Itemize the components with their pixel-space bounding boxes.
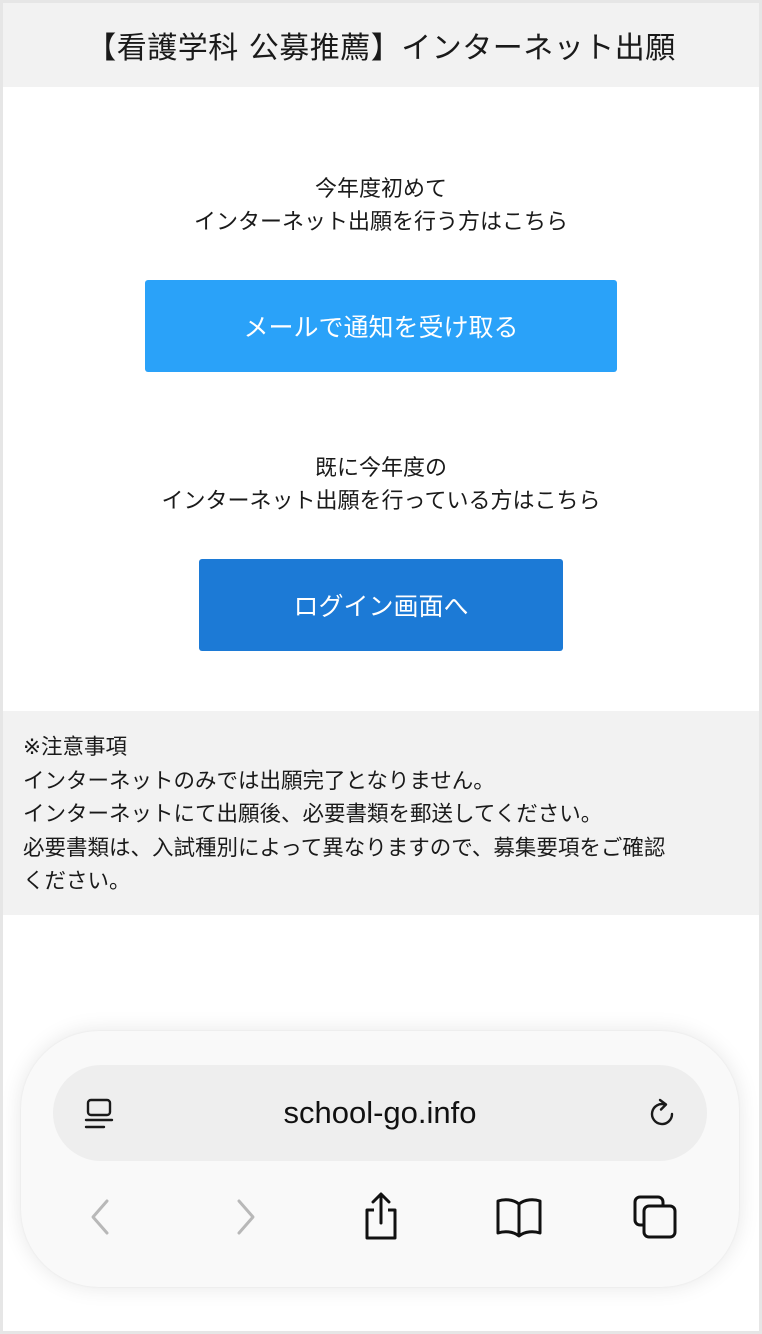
notice-box: ※注意事項 インターネットのみでは出願完了となりません。 インターネットにて出願… [3, 711, 759, 915]
existing-applicant-line-2: インターネット出願を行っている方はこちら [161, 489, 601, 514]
new-applicant-intro: 今年度初めて インターネット出願を行う方はこちら [3, 173, 759, 239]
notice-line: 必要書類は、入試種別によって異なりますので、募集要項をご確認 [23, 835, 666, 861]
notice-line: インターネットのみでは出願完了となりません。 [23, 768, 495, 794]
existing-applicant-intro: 既に今年度の インターネット出願を行っている方はこちら [3, 452, 759, 518]
browser-frame: 【看護学科 公募推薦】インターネット出願 今年度初めて インターネット出願を行う… [0, 0, 762, 1334]
address-bar[interactable]: school-go.info [53, 1065, 707, 1161]
page-title: 【看護学科 公募推薦】インターネット出願 [86, 31, 676, 66]
browser-toolbar: school-go.info [21, 1031, 739, 1287]
bookmarks-icon[interactable] [491, 1189, 547, 1245]
notice-line: ください。 [23, 869, 131, 894]
share-icon[interactable] [353, 1189, 409, 1245]
existing-applicant-line-1: 既に今年度の [314, 456, 447, 481]
notice-line: インターネットにて出願後、必要書類を郵送してください。 [23, 802, 603, 827]
forward-icon[interactable] [217, 1189, 273, 1245]
login-button[interactable]: ログイン画面へ [199, 559, 563, 651]
new-applicant-line-2: インターネット出願を行う方はこちら [193, 210, 568, 235]
page-header: 【看護学科 公募推薦】インターネット出願 [3, 3, 759, 87]
reader-icon[interactable] [77, 1091, 123, 1137]
new-applicant-line-1: 今年度初めて [314, 177, 447, 202]
tabs-icon[interactable] [627, 1189, 683, 1245]
reload-icon[interactable] [639, 1091, 685, 1137]
notice-heading: ※注意事項 [23, 735, 128, 760]
back-icon[interactable] [73, 1189, 129, 1245]
url-text[interactable]: school-go.info [53, 1065, 707, 1161]
receive-email-button[interactable]: メールで通知を受け取る [145, 280, 617, 372]
